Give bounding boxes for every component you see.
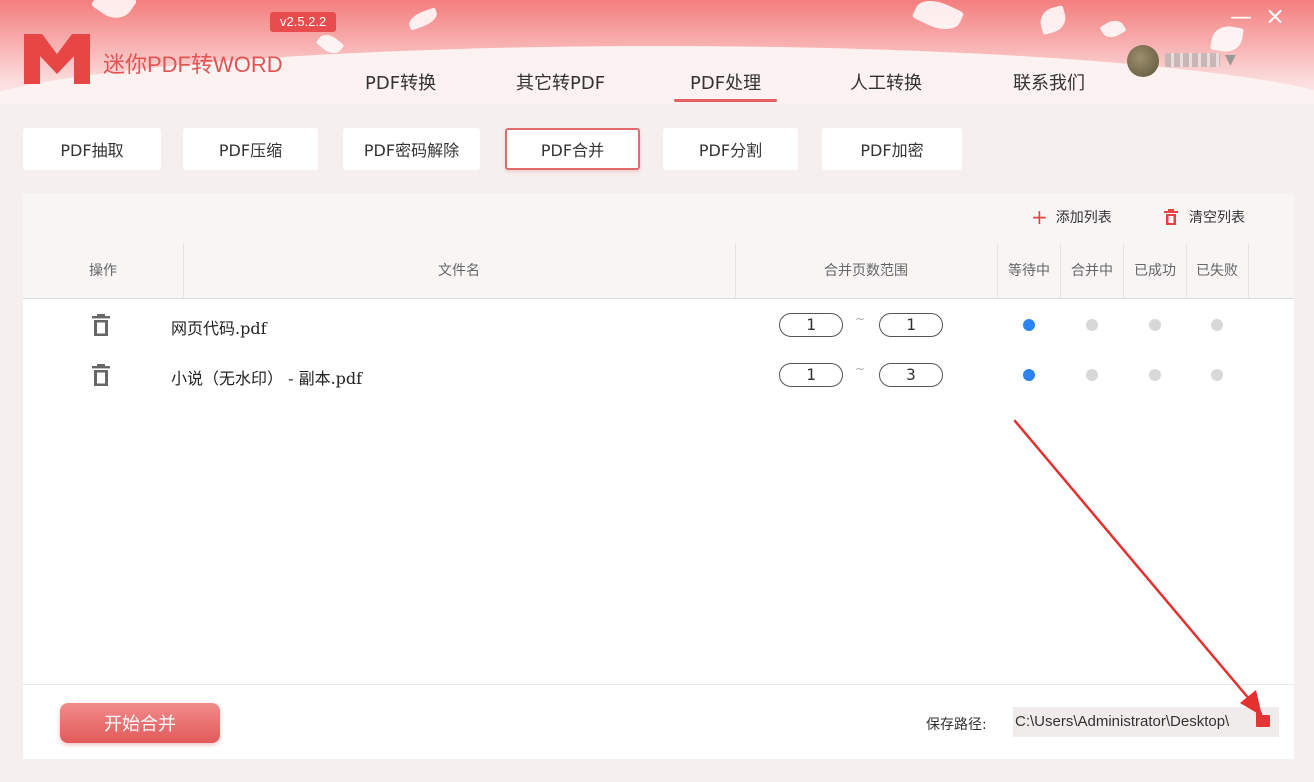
title-bar: 迷你PDF转WORD v2.5.2.2 PDF转换 其它转PDF PDF处理 人… [0, 0, 1314, 104]
delete-row-trash-icon[interactable] [91, 314, 111, 338]
nav-pdf-process[interactable]: PDF处理 [673, 69, 778, 102]
column-header-filename: 文件名 [438, 263, 480, 279]
subtab-pdf-encrypt[interactable]: PDF加密 [822, 128, 962, 170]
save-path-label: 保存路径: [926, 717, 987, 733]
footer-divider [23, 684, 1294, 685]
status-dot-merging [1086, 369, 1098, 381]
table-row: 小说（无水印） - 副本.pdf 1 ~ 3 [23, 350, 1294, 400]
file-name: 小说（无水印） - 副本.pdf [171, 369, 363, 388]
version-badge: v2.5.2.2 [270, 12, 337, 32]
add-list-button[interactable]: + 添加列表 [1031, 207, 1112, 227]
subtab-pdf-decrypt[interactable]: PDF密码解除 [343, 128, 480, 170]
list-toolbar: + 添加列表 清空列表 [23, 193, 1294, 243]
column-header-page-range: 合并页数范围 [824, 263, 908, 279]
column-divider [1248, 243, 1249, 299]
column-header-waiting: 等待中 [1008, 263, 1050, 279]
column-header-merging: 合并中 [1071, 263, 1113, 279]
page-range-end-input[interactable]: 3 [879, 363, 943, 387]
table-header: 操作 文件名 合并页数范围 等待中 合并中 已成功 已失败 [23, 243, 1294, 299]
chevron-down-icon[interactable]: ▼ [1225, 52, 1236, 68]
add-list-label: 添加列表 [1055, 210, 1112, 226]
status-dot-success [1149, 319, 1161, 331]
app-title: 迷你PDF转WORD [103, 52, 283, 77]
column-header-action: 操作 [89, 263, 117, 279]
clear-list-button[interactable]: 清空列表 [1163, 207, 1245, 227]
merge-panel: + 添加列表 清空列表 操作 文件名 合并页数范围 等待中 合并中 已成功 已失… [23, 193, 1294, 759]
status-dot-waiting [1023, 369, 1035, 381]
subtab-pdf-merge[interactable]: PDF合并 [505, 128, 640, 170]
start-merge-button[interactable]: 开始合并 [60, 703, 220, 743]
subtab-pdf-extract[interactable]: PDF抽取 [23, 128, 161, 170]
delete-row-trash-icon[interactable] [91, 364, 111, 388]
status-dot-merging [1086, 319, 1098, 331]
status-dot-waiting [1023, 319, 1035, 331]
page-range-start-input[interactable]: 1 [779, 313, 843, 337]
avatar[interactable] [1127, 45, 1159, 77]
table-row: 网页代码.pdf 1 ~ 1 [23, 300, 1294, 350]
column-header-success: 已成功 [1134, 263, 1176, 279]
subtab-pdf-split[interactable]: PDF分割 [663, 128, 798, 170]
save-path-field[interactable]: C:\Users\Administrator\Desktop\ [1013, 707, 1279, 737]
nav-pdf-convert[interactable]: PDF转换 [365, 69, 436, 95]
petal-decoration [90, 0, 138, 26]
status-dot-success [1149, 369, 1161, 381]
petal-decoration [1099, 16, 1127, 42]
clear-list-label: 清空列表 [1189, 210, 1245, 226]
trash-icon [1164, 208, 1178, 225]
range-separator: ~ [855, 362, 866, 376]
nav-contact-us[interactable]: 联系我们 [1013, 69, 1085, 95]
column-header-failed: 已失败 [1196, 263, 1238, 279]
app-logo-icon [24, 34, 90, 84]
plus-icon: + [1031, 205, 1048, 229]
nav-other-to-pdf[interactable]: 其它转PDF [516, 69, 605, 95]
petal-decoration [911, 0, 965, 37]
page-range-start-input[interactable]: 1 [779, 363, 843, 387]
status-dot-failed [1211, 369, 1223, 381]
nav-manual-convert[interactable]: 人工转换 [850, 69, 922, 95]
file-name: 网页代码.pdf [171, 319, 267, 338]
status-dot-failed [1211, 319, 1223, 331]
petal-decoration [406, 7, 440, 31]
page-range-end-input[interactable]: 1 [879, 313, 943, 337]
petal-decoration [1037, 5, 1069, 35]
subtab-pdf-compress[interactable]: PDF压缩 [183, 128, 318, 170]
folder-icon[interactable] [1256, 712, 1270, 727]
close-icon[interactable]: × [1265, 2, 1285, 30]
username-blurred [1165, 53, 1220, 67]
minimize-icon[interactable]: — [1230, 5, 1252, 30]
range-separator: ~ [855, 312, 866, 326]
